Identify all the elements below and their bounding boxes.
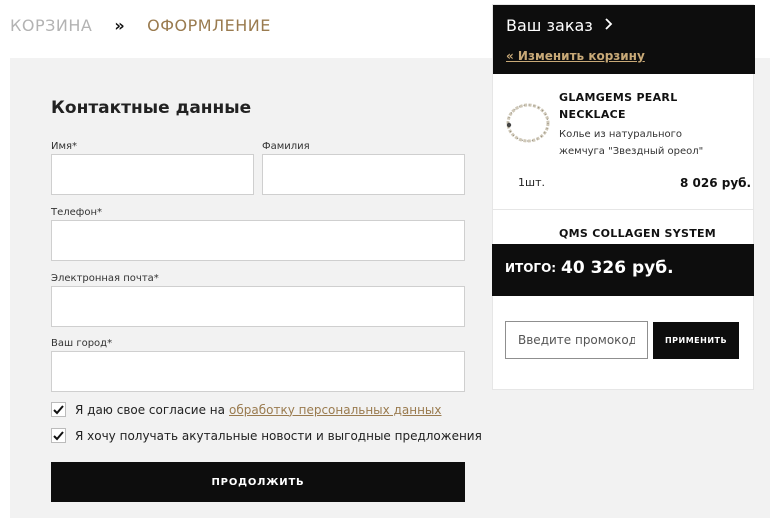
last-name-label: Фамилия [262, 141, 310, 152]
personal-data-consent: Я даю свое согласие на обработку персона… [51, 402, 442, 417]
promo-code-input[interactable] [505, 321, 648, 359]
first-name-label: Имя* [51, 141, 78, 152]
city-label: Ваш город* [51, 338, 113, 349]
news-consent: Я хочу получать акутальные новости и выг… [51, 428, 482, 443]
order-header: Ваш заказ « Изменить корзину [493, 5, 755, 74]
contact-section-title: Контактные данные [51, 98, 252, 118]
product-price: 8 026 руб. [680, 176, 752, 190]
last-name-input[interactable] [262, 154, 465, 195]
breadcrumb-cart-link[interactable]: КОРЗИНА [10, 16, 92, 35]
phone-input[interactable] [51, 220, 465, 261]
checkmark-icon [53, 404, 64, 414]
order-title: Ваш заказ [506, 16, 593, 35]
pearl-necklace-image [506, 103, 550, 143]
first-name-input[interactable] [51, 154, 254, 195]
news-text: Я хочу получать акутальные новости и выг… [75, 428, 482, 443]
total-label: ИТОГО: [505, 261, 557, 275]
breadcrumb-current: ОФОРМЛЕНИЕ [147, 15, 271, 35]
item-divider [492, 209, 754, 210]
personal-data-text: Я даю свое согласие на [75, 402, 225, 417]
personal-data-link[interactable]: обработку персональных данных [229, 403, 442, 417]
product-name[interactable]: GLAMGEMS PEARL NECKLACE [559, 89, 709, 123]
chevron-right-icon[interactable] [605, 18, 613, 30]
product-name[interactable]: QMS COLLAGEN SYSTEM [559, 227, 716, 240]
checkmark-icon [53, 430, 64, 440]
city-input[interactable] [51, 351, 465, 392]
email-input[interactable] [51, 286, 465, 327]
phone-label: Телефон* [51, 207, 103, 218]
breadcrumb-separator: » [114, 15, 126, 35]
order-total-bar: ИТОГО: 40 326 руб. [492, 244, 754, 296]
news-checkbox[interactable] [51, 428, 66, 443]
total-value: 40 326 руб. [561, 258, 674, 278]
product-quantity: 1шт. [518, 176, 545, 189]
product-description: Колье из натурального жемчуга "Звездный … [559, 129, 704, 157]
email-label: Электронная почта* [51, 273, 159, 284]
breadcrumb: КОРЗИНА » ОФОРМЛЕНИЕ [10, 13, 271, 37]
apply-promo-button[interactable]: ПРИМЕНИТЬ [653, 322, 739, 359]
change-cart-link[interactable]: « Изменить корзину [506, 49, 645, 63]
personal-data-checkbox[interactable] [51, 402, 66, 417]
continue-button[interactable]: ПРОДОЛЖИТЬ [51, 462, 465, 502]
